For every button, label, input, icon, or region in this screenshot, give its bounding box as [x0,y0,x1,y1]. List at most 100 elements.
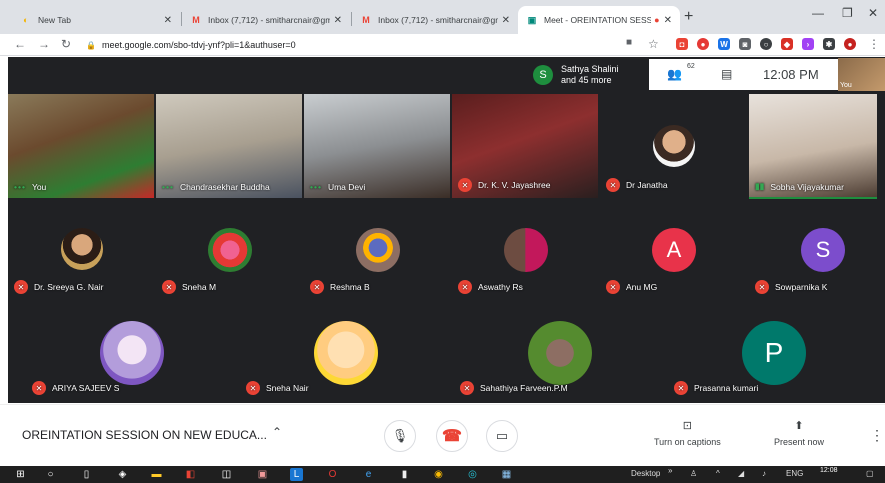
tab-meet[interactable]: ▣ Meet - OREINTATION SESSIO ● ✕ [518,6,680,34]
people-icon[interactable]: 👥 [667,67,682,81]
chevron-up-icon[interactable]: ⌃ [272,425,282,439]
participant-tile[interactable]: ✕ Aswathy Rs [452,200,598,300]
minimize-button[interactable]: — [812,6,824,20]
app-icon[interactable]: L [290,468,303,481]
desktop-toolbar-label[interactable]: Desktop [631,469,660,478]
microphone-icon: 🎙 [391,428,409,443]
microphone-button[interactable]: 🎙 [384,420,416,452]
self-view-thumbnail[interactable]: You [838,58,885,91]
windows-start-icon[interactable]: ⊞ [14,468,27,481]
participant-avatar [528,321,592,385]
participant-name: Prasanna kumari [694,383,759,393]
reload-button[interactable]: ↻ [61,37,71,51]
participant-tile[interactable]: ✕ Sneha M [156,200,302,300]
participant-tile[interactable]: P ✕ Prasanna kumari [668,301,880,401]
app-icon[interactable]: ◎ [466,468,479,481]
mic-off-icon: ✕ [674,381,688,395]
more-options-icon[interactable]: ⋮ [870,427,884,444]
back-button[interactable]: ← [14,37,26,51]
participant-tile[interactable]: ••• Chandrasekhar Buddha [156,94,302,198]
profile-avatar[interactable]: ● [844,38,856,50]
forward-button[interactable]: → [38,37,50,51]
participant-tile[interactable]: ✕ Sneha Nair [240,301,452,401]
participant-avatar [100,321,164,385]
participant-tile[interactable]: A ✕ Anu MG [600,200,746,300]
video-camera-icon: ▭ [495,428,509,443]
chrome-icon[interactable]: ◉ [432,468,445,481]
participant-tile[interactable]: ✕ Sahathiya Farveen.P.M [454,301,666,401]
participant-tile[interactable]: ▮▮ Sobha Vijayakumar [749,94,877,198]
bookmark-star-icon[interactable]: ☆ [648,37,659,51]
camera-button[interactable]: ▭ [486,420,518,452]
mail-icon[interactable]: ◧ [184,468,197,481]
opera-icon[interactable]: O [326,468,339,481]
taskbar-clock[interactable]: 12:08 [820,467,838,475]
file-explorer-icon[interactable]: ▬ [150,468,163,481]
captions-button[interactable]: ⊡ Turn on captions [654,419,721,447]
participant-tile[interactable]: ••• You [8,94,154,198]
participant-tile[interactable]: ✕ Dr. K. V. Jayashree [452,94,598,198]
meet-stage: S Sathya Shalini and 45 more 👥 62 ▤ 12:0… [8,57,885,403]
meeting-title[interactable]: OREINTATION SESSION ON NEW EDUCA... [22,428,267,442]
close-icon[interactable]: ✕ [164,15,172,26]
camera-icon[interactable]: ■ [626,37,632,48]
active-speaker-indicator [749,197,877,199]
address-bar: ← → ↻ 🔒 meet.google.com/sbo-tdvj-ynf?pli… [0,34,885,56]
extension-icon[interactable]: ◙ [739,38,751,50]
tab-new-tab[interactable]: ◐ New Tab ✕ [12,6,180,34]
network-icon[interactable]: ◢ [738,469,744,478]
search-icon[interactable]: ○ [44,468,57,481]
participant-name: Chandrasekhar Buddha [179,182,270,192]
tab-inbox-2[interactable]: M Inbox (7,712) - smitharcnair@gm ✕ [352,6,518,34]
participant-initial-avatar: A [652,228,696,272]
close-icon[interactable]: ✕ [334,15,342,26]
extension-icon[interactable]: ◆ [781,38,793,50]
extension-w-icon[interactable]: W [718,38,730,50]
window-close-button[interactable]: ✕ [868,6,878,20]
speaking-indicator-icon: ▮▮ [755,181,765,191]
store-icon[interactable]: ◫ [220,468,233,481]
participant-tile[interactable]: ✕ Dr Janatha [600,94,746,198]
volume-icon[interactable]: ♪ [762,469,766,478]
chevron-up-icon[interactable]: ^ [716,469,720,478]
leave-call-button[interactable]: ☎ [436,420,468,452]
restore-button[interactable]: ❐ [842,6,853,20]
browser-menu-icon[interactable]: ⋮ [868,37,880,51]
participant-name: Dr. Sreeya G. Nair [34,282,104,292]
extension-icon[interactable]: › [802,38,814,50]
participant-tile[interactable]: ✕ ARIYA SAJEEV S [26,301,238,401]
close-icon[interactable]: ✕ [502,15,510,26]
participant-name: Sowparnika K [775,282,828,292]
avatar-initial: P [764,337,784,368]
hang-up-icon: ☎ [442,428,462,445]
language-indicator[interactable]: ENG [786,469,803,478]
app-icon[interactable]: ▦ [500,468,513,481]
participant-name: You [31,182,47,192]
app-icon[interactable]: ▮ [398,468,411,481]
app-icon[interactable]: ◈ [116,468,129,481]
participant-tile[interactable]: ✕ Reshma B [304,200,450,300]
chat-icon[interactable]: ▤ [721,67,732,81]
tab-inbox-1[interactable]: M Inbox (7,712) - smitharcnair@gm ✕ [182,6,350,34]
task-view-icon[interactable]: ▯ [80,468,93,481]
toolbar-expand-icon[interactable]: » [668,466,672,475]
tab-title: Meet - OREINTATION SESSIO [544,15,652,25]
extensions-puzzle-icon[interactable]: ✱ [823,38,835,50]
present-now-button[interactable]: ⬆ Present now [774,419,824,447]
new-tab-button[interactable]: + [684,8,693,26]
avatar-initial: A [666,237,682,262]
extension-icon[interactable]: ● [697,38,709,50]
edge-icon[interactable]: e [362,468,375,481]
url-field[interactable]: 🔒 meet.google.com/sbo-tdvj-ynf?pli=1&aut… [86,36,666,54]
close-icon[interactable]: ✕ [664,15,672,26]
present-label: Present now [774,437,825,447]
participant-tile[interactable]: ✕ Dr. Sreeya G. Nair [8,200,154,300]
participant-tile[interactable]: ••• Uma Devi [304,94,450,198]
self-view-label: You [840,82,852,89]
people-icon[interactable]: ♙ [690,469,697,478]
extension-pocket-icon[interactable]: ◘ [676,38,688,50]
notification-icon[interactable]: ▢ [866,469,874,478]
participant-tile[interactable]: S ✕ Sowparnika K [749,200,885,300]
app-icon[interactable]: ▣ [256,468,269,481]
extension-icon[interactable]: ○ [760,38,772,50]
